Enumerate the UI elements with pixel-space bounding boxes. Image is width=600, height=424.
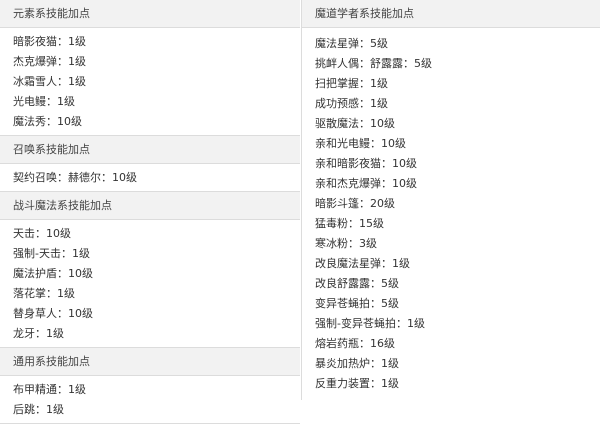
skill-row: 布甲精通：1级 [13, 383, 86, 396]
section-elemental: 元素系技能加点 暗影夜猫：1级 杰克爆弹：1级 冰霜雪人：1级 光电鳗：1级 魔… [0, 0, 300, 136]
skill-row: 改良舒露露：5级 [315, 277, 399, 290]
section-general: 通用系技能加点 布甲精通：1级 后跳：1级 [0, 348, 300, 424]
skill-row: 亲和暗影夜猫：10级 [315, 157, 417, 170]
right-column: 魔道学者系技能加点 魔法星弹：5级 挑衅人偶：舒露露：5级 扫把掌握：1级 成功… [301, 0, 600, 400]
skill-row: 寒冰粉：3级 [315, 237, 377, 250]
skill-row: 成功预感：1级 [315, 97, 388, 110]
skill-row: 猛毒粉：15级 [315, 217, 384, 230]
section-header-summon: 召唤系技能加点 [0, 136, 300, 164]
rows-summon: 契约召唤：赫德尔：10级 [0, 164, 300, 191]
skill-row: 天击：10级 [13, 227, 71, 240]
skill-row: 挑衅人偶：舒露露：5级 [315, 57, 432, 70]
rows-battle-magic: 天击：10级 强制-天击：1级 魔法护盾：10级 落花掌：1级 替身草人：10级… [0, 220, 300, 347]
skill-points-table: 元素系技能加点 暗影夜猫：1级 杰克爆弹：1级 冰霜雪人：1级 光电鳗：1级 魔… [0, 0, 600, 424]
skill-row: 反重力装置：1级 [315, 377, 399, 390]
skill-row: 强制-天击：1级 [13, 247, 90, 260]
skill-row: 魔法秀：10级 [13, 115, 82, 128]
section-summon: 召唤系技能加点 契约召唤：赫德尔：10级 [0, 136, 300, 192]
section-header-witch-scholar: 魔道学者系技能加点 [302, 0, 600, 28]
rows-elemental: 暗影夜猫：1级 杰克爆弹：1级 冰霜雪人：1级 光电鳗：1级 魔法秀：10级 [0, 28, 300, 135]
skill-row: 熔岩药瓶：16级 [315, 337, 395, 350]
skill-row: 契约召唤：赫德尔：10级 [13, 171, 137, 184]
skill-row: 魔法护盾：10级 [13, 267, 93, 280]
section-witch-scholar: 魔道学者系技能加点 魔法星弹：5级 挑衅人偶：舒露露：5级 扫把掌握：1级 成功… [302, 0, 600, 397]
skill-row: 替身草人：10级 [13, 307, 93, 320]
left-column: 元素系技能加点 暗影夜猫：1级 杰克爆弹：1级 冰霜雪人：1级 光电鳗：1级 魔… [0, 0, 300, 424]
skill-row: 落花掌：1级 [13, 287, 75, 300]
section-battle-magic: 战斗魔法系技能加点 天击：10级 强制-天击：1级 魔法护盾：10级 落花掌：1… [0, 192, 300, 348]
skill-row: 暴炎加热炉：1级 [315, 357, 399, 370]
skill-row: 改良魔法星弹：1级 [315, 257, 410, 270]
section-header-battle-magic: 战斗魔法系技能加点 [0, 192, 300, 220]
skill-row: 光电鳗：1级 [13, 95, 75, 108]
skill-row: 变异苍蝇拍：5级 [315, 297, 399, 310]
skill-row: 亲和光电鳗：10级 [315, 137, 406, 150]
skill-row: 强制-变异苍蝇拍：1级 [315, 317, 425, 330]
skill-row: 杰克爆弹：1级 [13, 55, 86, 68]
skill-row: 后跳：1级 [13, 403, 64, 416]
skill-row: 暗影斗篷：20级 [315, 197, 395, 210]
skill-row: 扫把掌握：1级 [315, 77, 388, 90]
skill-row: 驱散魔法：10级 [315, 117, 395, 130]
skill-row: 魔法星弹：5级 [315, 37, 388, 50]
skill-row: 冰霜雪人：1级 [13, 75, 86, 88]
skill-row: 亲和杰克爆弹：10级 [315, 177, 417, 190]
skill-row: 龙牙：1级 [13, 327, 64, 340]
section-header-elemental: 元素系技能加点 [0, 0, 300, 28]
rows-witch-scholar: 魔法星弹：5级 挑衅人偶：舒露露：5级 扫把掌握：1级 成功预感：1级 驱散魔法… [302, 28, 600, 397]
section-header-general: 通用系技能加点 [0, 348, 300, 376]
skill-row: 暗影夜猫：1级 [13, 35, 86, 48]
